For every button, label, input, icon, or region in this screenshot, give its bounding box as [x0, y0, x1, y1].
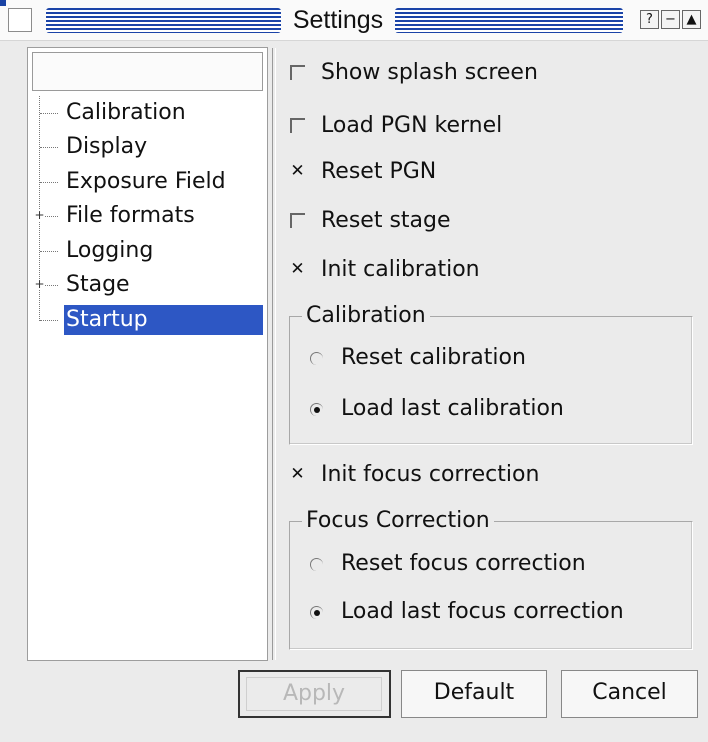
settings-window: Settings ? − ▲ Calibration Display Expos… — [0, 0, 708, 742]
reset-focus-correction-radio[interactable] — [310, 558, 323, 571]
calibration-group-title: Calibration — [302, 301, 430, 331]
panel-splitter[interactable] — [272, 48, 276, 660]
checkbox-label: Init focus correction — [321, 462, 540, 487]
title-decoration-left — [46, 8, 281, 33]
tree-item-label: Calibration — [66, 100, 186, 125]
tree-item-display[interactable]: Display — [28, 130, 267, 164]
tree-branch-line — [40, 147, 58, 148]
tree-branch-line — [40, 251, 58, 252]
tree-branch-line — [40, 182, 58, 183]
load-pgn-kernel-checkbox[interactable] — [290, 118, 305, 133]
load-last-calibration-radio[interactable] — [310, 403, 323, 416]
corner-marker — [0, 0, 6, 6]
minimize-button[interactable]: − — [661, 10, 680, 29]
tree-item-label: Exposure Field — [66, 169, 226, 194]
window-title: Settings — [292, 6, 384, 34]
help-button[interactable]: ? — [640, 10, 659, 29]
radio-label: Load last calibration — [341, 396, 564, 421]
checkbox-label: Reset PGN — [321, 159, 437, 184]
settings-tree: Calibration Display Exposure Field + Fil… — [28, 96, 267, 396]
settings-tree-panel: Calibration Display Exposure Field + Fil… — [27, 47, 268, 661]
tree-item-label: Display — [66, 134, 148, 159]
maximize-button[interactable]: ▲ — [682, 10, 701, 29]
tree-item-logging[interactable]: Logging — [28, 234, 267, 268]
radio-label: Reset focus correction — [341, 551, 586, 576]
tree-item-label: Stage — [66, 272, 130, 297]
tree-item-startup[interactable]: Startup — [28, 303, 267, 337]
apply-button[interactable]: Apply — [238, 670, 391, 718]
init-calibration-checkbox[interactable]: ✕ — [290, 261, 305, 278]
checkbox-label: Reset stage — [321, 208, 451, 233]
window-bottom-edge — [0, 728, 708, 742]
init-focus-correction-checkbox[interactable]: ✕ — [290, 466, 305, 483]
tree-item-label: File formats — [66, 203, 195, 228]
startup-settings-panel: Show splash screen Load PGN kernel ✕ Res… — [280, 48, 700, 660]
tree-branch-line — [40, 113, 58, 114]
tree-item-file-formats[interactable]: + File formats — [28, 199, 267, 233]
title-bar[interactable]: Settings ? − ▲ — [0, 0, 708, 41]
tree-search-field[interactable] — [32, 52, 263, 91]
checkbox-label: Init calibration — [321, 257, 480, 282]
title-decoration-right — [395, 8, 623, 33]
reset-stage-checkbox[interactable] — [290, 213, 305, 228]
cancel-button[interactable]: Cancel — [561, 670, 698, 718]
calibration-groupbox: Calibration Reset calibration Load last … — [289, 301, 693, 445]
tree-item-stage[interactable]: + Stage — [28, 268, 267, 302]
checkbox-label: Load PGN kernel — [321, 113, 503, 138]
radio-label: Load last focus correction — [341, 599, 624, 624]
expand-plus-icon[interactable]: + — [34, 278, 45, 290]
expand-plus-icon[interactable]: + — [34, 209, 45, 221]
load-last-focus-correction-radio[interactable] — [310, 606, 323, 619]
radio-label: Reset calibration — [341, 345, 526, 370]
focus-correction-groupbox: Focus Correction Reset focus correction … — [289, 506, 693, 650]
reset-pgn-checkbox[interactable]: ✕ — [290, 163, 305, 180]
tree-item-label: Logging — [66, 238, 154, 263]
window-menu-button[interactable] — [8, 8, 32, 32]
focus-correction-group-title: Focus Correction — [302, 506, 494, 536]
tree-item-exposure-field[interactable]: Exposure Field — [28, 165, 267, 199]
checkbox-label: Show splash screen — [321, 60, 538, 85]
default-button[interactable]: Default — [401, 670, 547, 718]
tree-item-calibration[interactable]: Calibration — [28, 96, 267, 130]
apply-button-label: Apply — [246, 677, 382, 711]
tree-item-label: Startup — [64, 305, 263, 335]
reset-calibration-radio[interactable] — [310, 352, 323, 365]
tree-branch-line — [40, 320, 58, 321]
show-splash-checkbox[interactable] — [290, 65, 305, 80]
